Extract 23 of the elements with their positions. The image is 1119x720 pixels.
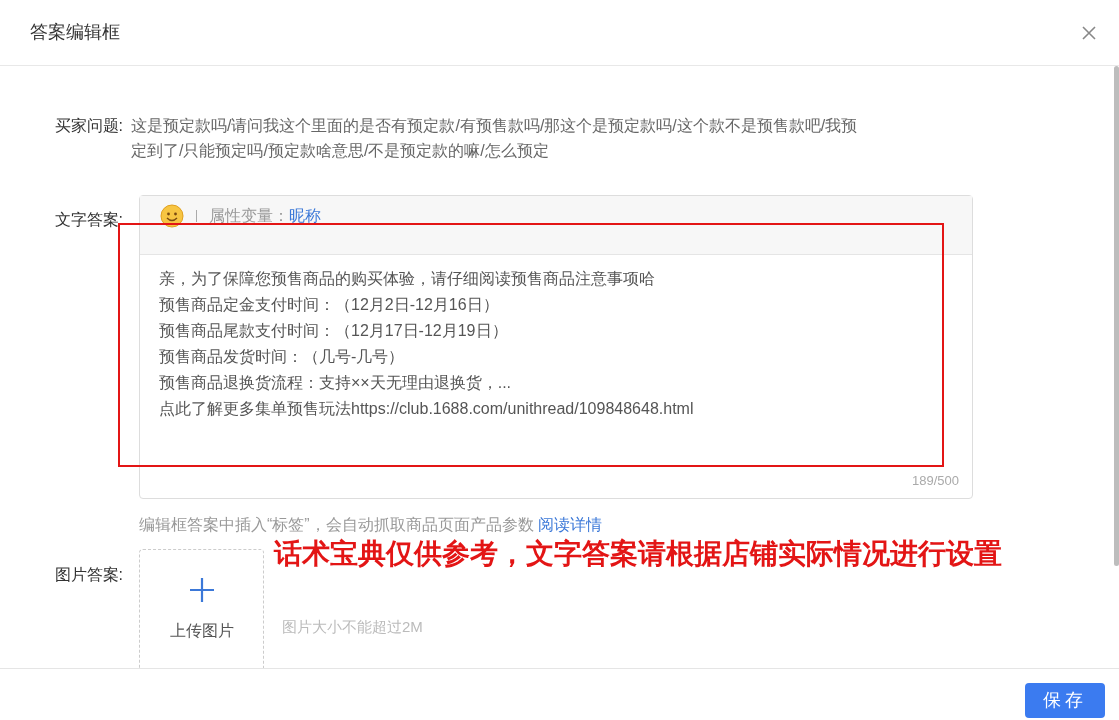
read-details-link[interactable]: 阅读详情	[537, 513, 602, 537]
upload-picture-button[interactable]: 上传图片	[139, 549, 264, 668]
close-icon[interactable]	[1081, 24, 1097, 41]
size-hint: 图片大小不能超过2M	[282, 617, 424, 637]
dialog-title: 答案编辑框	[30, 21, 120, 44]
field-label: 图片答案:	[53, 565, 124, 585]
character-counter: 189/500	[912, 471, 959, 490]
notice-text: 话术宝典仅供参考，文字答案请根据店铺实际情况进行设置	[274, 537, 1002, 571]
answer-text-line: 点此了解更多集单预售玩法https://club.1688.com/unithread/109848648.html	[159, 399, 695, 419]
answer-text-line: 预售商品定金支付时间：（12月2日-12月16日）	[159, 295, 500, 315]
save-button[interactable]: 保存	[1025, 683, 1105, 718]
variable-label: 属性变量：	[209, 206, 289, 226]
answer-text-line: 预售商品退换货流程：支持××天无理由退换货，...	[159, 373, 513, 393]
smiley-icon[interactable]	[160, 204, 184, 228]
field-label: 买家问题:	[53, 116, 124, 136]
answer-text-line: 预售商品发货时间：（几号-几号）	[159, 347, 406, 367]
answer-text-line: 预售商品尾款支付时间：（12月17日-12月19日）	[159, 321, 509, 341]
nickname-variable[interactable]: 昵称	[289, 204, 321, 228]
answer-text-line: 亲，为了保障您预售商品的购买体验，请仔细阅读预售商品注意事项哈	[159, 269, 656, 289]
field-label: 文字答案:	[53, 210, 124, 230]
plus-icon	[188, 577, 215, 603]
editor-hint: 编辑框答案中插入“标签”，会自动抓取商品页面产品参数	[139, 515, 534, 535]
question-text: 这是预定款吗/请问我这个里面的是否有预定款/有预售款吗/那这个是预定款吗/这个款不是预售款吧/我预定到了/只能预定吗/预定款啥意思/不是预定款的嘛/怎么预定	[131, 116, 859, 161]
